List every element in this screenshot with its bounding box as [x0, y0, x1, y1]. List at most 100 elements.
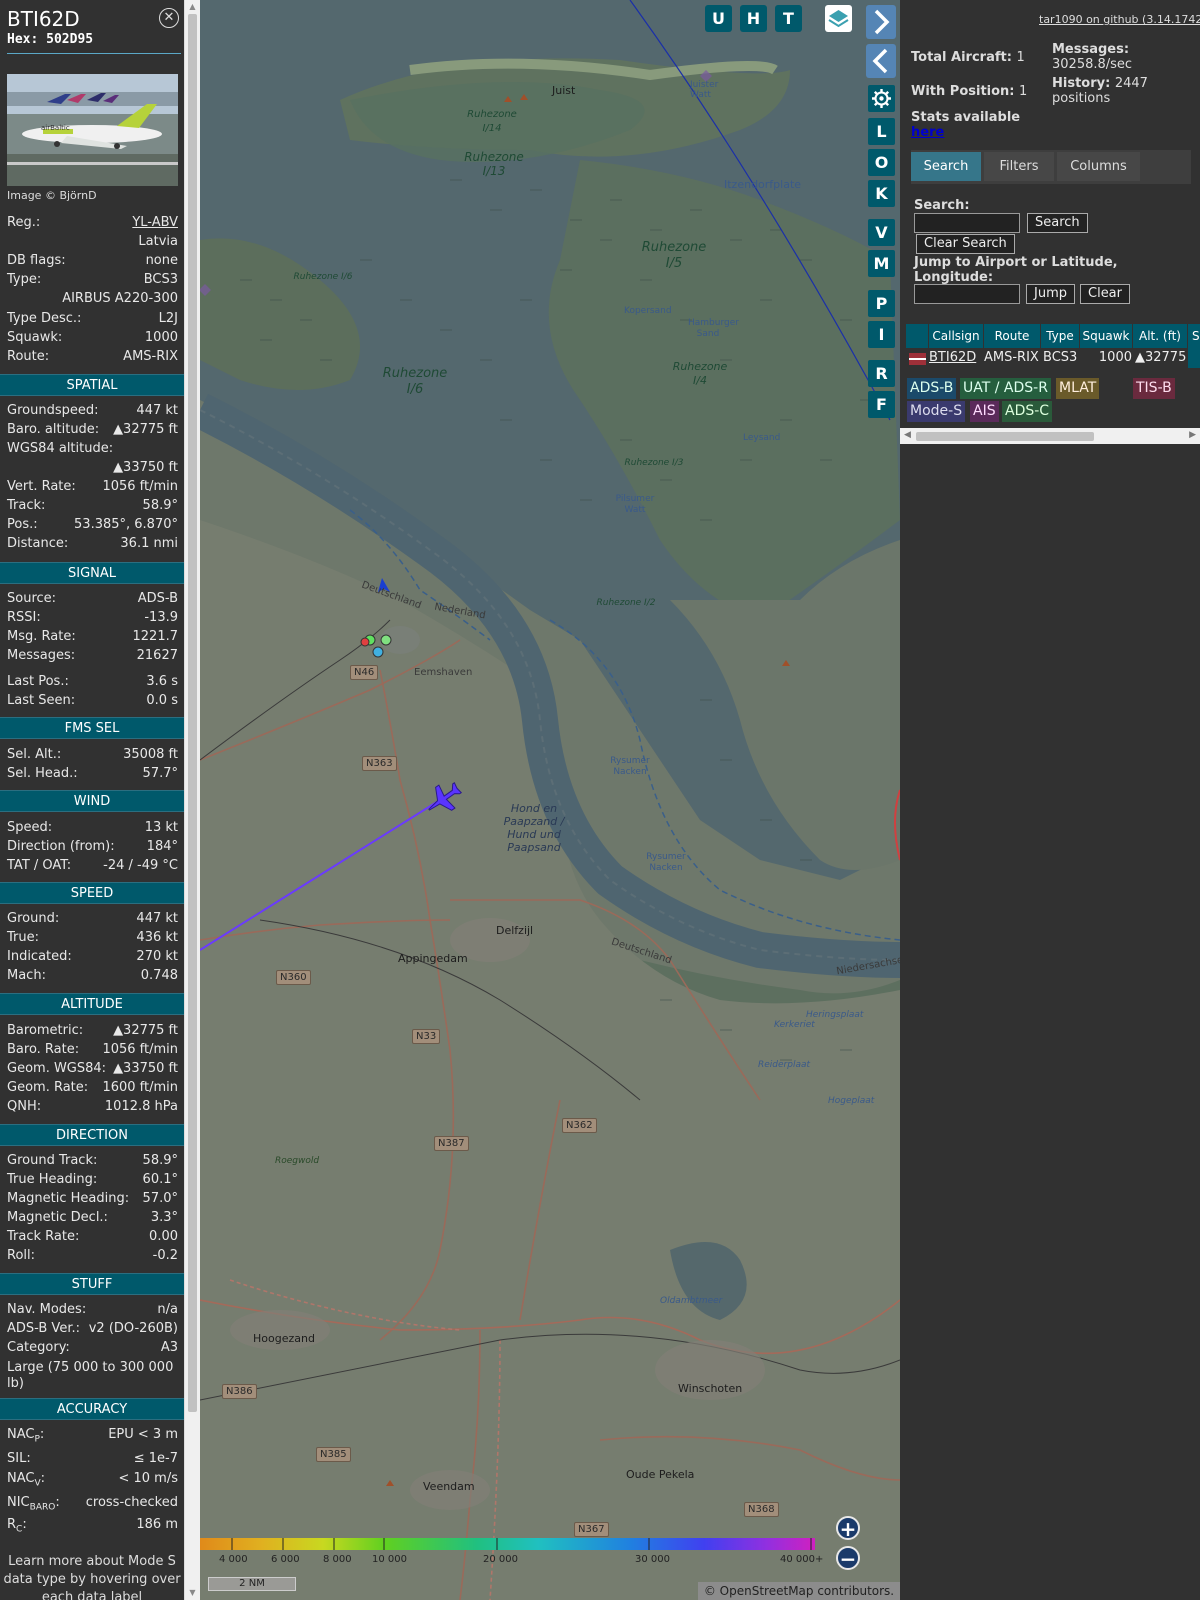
layer-i-button[interactable]: I — [868, 321, 895, 348]
info-label[interactable]: Route: — [7, 348, 49, 366]
sidebar-scroll-thumb[interactable] — [188, 14, 197, 1412]
search-input[interactable] — [914, 213, 1020, 233]
close-icon[interactable]: ✕ — [159, 8, 179, 28]
info-label[interactable]: Magnetic Heading: — [7, 1190, 129, 1208]
toggle-h-button[interactable]: H — [740, 5, 767, 32]
layer-f-button[interactable]: F — [868, 391, 895, 418]
info-label[interactable]: Track Rate: — [7, 1228, 79, 1246]
table-header-speed[interactable]: S — [1188, 324, 1200, 348]
zoom-out-button[interactable]: − — [836, 1546, 860, 1570]
info-label[interactable]: Groundspeed: — [7, 402, 98, 420]
info-label[interactable]: Vert. Rate: — [7, 478, 76, 496]
jump-input[interactable] — [914, 284, 1020, 304]
info-label[interactable]: Speed: — [7, 819, 52, 837]
info-label[interactable]: ADS-B Ver.: — [7, 1320, 80, 1338]
info-label[interactable]: Indicated: — [7, 948, 72, 966]
table-header-flag[interactable] — [906, 324, 928, 348]
sidebar-scrollbar[interactable]: ▲ ▼ — [184, 0, 200, 1600]
info-label[interactable]: Baro. altitude: — [7, 421, 99, 439]
info-label[interactable]: Category: — [7, 1339, 70, 1357]
accuracy-label[interactable]: NACP: — [7, 1426, 44, 1449]
toggle-u-button[interactable]: U — [705, 5, 732, 32]
map-attribution[interactable]: © OpenStreetMap contributors. — [698, 1582, 900, 1600]
table-header-route[interactable]: Route — [984, 324, 1040, 348]
table-header-altitude[interactable]: Alt. (ft) — [1133, 324, 1187, 348]
info-label[interactable]: Squawk: — [7, 329, 62, 347]
section-header-signal[interactable]: SIGNAL — [0, 562, 184, 584]
info-label[interactable]: Type Desc.: — [7, 310, 81, 328]
layer-o-button[interactable]: O — [868, 149, 895, 176]
info-label[interactable]: Sel. Head.: — [7, 765, 78, 783]
info-label[interactable]: Msg. Rate: — [7, 628, 76, 646]
info-label[interactable]: True Heading: — [7, 1171, 97, 1189]
search-button[interactable]: Search — [1027, 213, 1088, 233]
layers-button[interactable] — [825, 5, 852, 32]
layer-k-button[interactable]: K — [868, 180, 895, 207]
info-label[interactable]: TAT / OAT: — [7, 857, 71, 875]
info-label[interactable]: Last Pos.: — [7, 673, 69, 691]
scroll-right-icon[interactable]: ▶ — [1189, 430, 1196, 440]
row-callsign[interactable]: BTI62D — [929, 348, 976, 368]
info-label[interactable]: Baro. Rate: — [7, 1041, 79, 1059]
stats-link[interactable]: here — [911, 125, 944, 140]
layer-l-button[interactable]: L — [868, 118, 895, 145]
info-label[interactable]: DB flags: — [7, 252, 66, 270]
info-label[interactable]: Magnetic Decl.: — [7, 1209, 108, 1227]
info-label[interactable]: Distance: — [7, 535, 68, 553]
info-label[interactable]: QNH: — [7, 1098, 41, 1116]
table-header-squawk[interactable]: Squawk — [1080, 324, 1132, 348]
clear-search-button[interactable]: Clear Search — [916, 234, 1015, 254]
info-label[interactable]: Nav. Modes: — [7, 1301, 86, 1319]
layer-m-button[interactable]: M — [868, 250, 895, 277]
info-label[interactable]: Track: — [7, 497, 45, 515]
zoom-in-button[interactable]: + — [836, 1516, 860, 1540]
jump-button[interactable]: Jump — [1026, 284, 1075, 304]
info-label[interactable]: Ground: — [7, 910, 59, 928]
expand-button[interactable] — [866, 5, 896, 39]
info-label[interactable]: Geom. WGS84: — [7, 1060, 106, 1078]
github-link[interactable]: tar1090 on github (3.14.1742) — [1039, 13, 1200, 26]
layer-p-button[interactable]: P — [868, 290, 895, 317]
table-header-callsign[interactable]: Callsign — [929, 324, 983, 348]
info-label[interactable]: Source: — [7, 590, 56, 608]
settings-button[interactable] — [868, 85, 895, 112]
toggle-t-button[interactable]: T — [775, 5, 802, 32]
info-label[interactable]: Direction (from): — [7, 838, 115, 856]
aircraft-photo[interactable]: airBaltic — [7, 74, 178, 186]
info-label[interactable]: Pos.: — [7, 516, 38, 534]
collapse-button[interactable] — [866, 44, 896, 78]
section-header-accuracy[interactable]: ACCURACY — [0, 1398, 184, 1420]
info-label[interactable]: True: — [7, 929, 39, 947]
section-header-stuff[interactable]: STUFF — [0, 1273, 184, 1295]
scroll-left-icon[interactable]: ◀ — [904, 430, 911, 440]
info-label[interactable]: Reg.: — [7, 214, 40, 232]
info-label[interactable]: Messages: — [7, 647, 75, 665]
tab-filters[interactable]: Filters — [984, 152, 1054, 181]
table-header-type[interactable]: Type — [1041, 324, 1079, 348]
section-header-wind[interactable]: WIND — [0, 790, 184, 812]
info-label[interactable]: WGS84 altitude: — [7, 440, 113, 458]
section-header-spatial[interactable]: SPATIAL — [0, 374, 184, 396]
table-scroll-thumb[interactable] — [916, 432, 1094, 441]
table-horizontal-scrollbar[interactable]: ◀ ▶ — [900, 428, 1200, 444]
info-label[interactable]: Ground Track: — [7, 1152, 97, 1170]
section-header-altitude[interactable]: ALTITUDE — [0, 993, 184, 1015]
info-label[interactable]: Type: — [7, 271, 41, 289]
layer-r-button[interactable]: R — [868, 360, 895, 387]
accuracy-label[interactable]: NACV: — [7, 1470, 45, 1493]
info-label[interactable]: Barometric: — [7, 1022, 83, 1040]
info-label[interactable]: Roll: — [7, 1247, 35, 1265]
layer-v-button[interactable]: V — [868, 219, 895, 246]
info-label[interactable]: Geom. Rate: — [7, 1079, 88, 1097]
map-view[interactable]: Juist Juister Watt Itzendorfplate Kopers… — [200, 0, 900, 1600]
registration-link[interactable]: YL-ABV — [132, 214, 178, 232]
section-header-fms[interactable]: FMS SEL — [0, 717, 184, 739]
clear-jump-button[interactable]: Clear — [1080, 284, 1130, 304]
info-label[interactable]: Mach: — [7, 967, 46, 985]
accuracy-label[interactable]: RC: — [7, 1516, 27, 1539]
tab-search[interactable]: Search — [911, 152, 981, 181]
info-label[interactable]: Last Seen: — [7, 692, 75, 710]
section-header-speed[interactable]: SPEED — [0, 882, 184, 904]
tab-columns[interactable]: Columns — [1057, 152, 1140, 181]
scroll-down-icon[interactable]: ▼ — [188, 1588, 197, 1598]
